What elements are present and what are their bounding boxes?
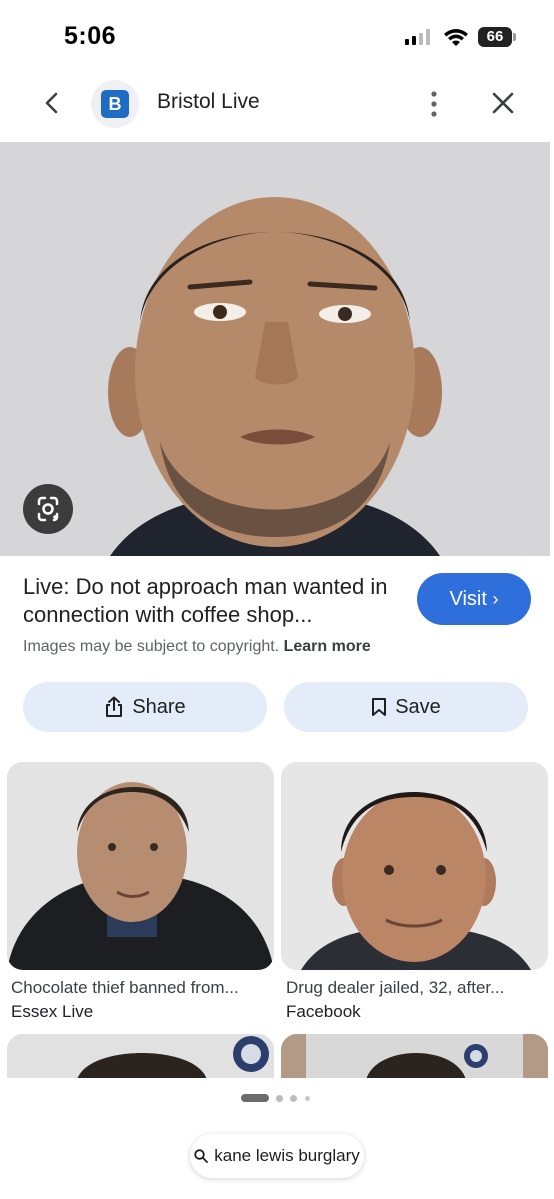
pager-dot (276, 1095, 283, 1102)
pager-dot-active (241, 1094, 269, 1102)
visit-button[interactable]: Visit › (417, 573, 531, 625)
pager-dot (305, 1096, 310, 1101)
google-lens-button[interactable] (23, 484, 73, 534)
search-icon (194, 1149, 209, 1163)
related-image-2[interactable] (281, 762, 548, 970)
bookmark-icon (372, 698, 387, 716)
source-favicon: B (101, 90, 129, 118)
related-caption-2[interactable]: Drug dealer jailed, 32, after... (286, 978, 548, 998)
battery-indicator: 66 (478, 27, 512, 47)
learn-more-link[interactable]: Learn more (284, 638, 371, 655)
more-options-icon[interactable] (425, 90, 443, 118)
battery-tip (513, 33, 516, 41)
back-arrow-icon[interactable] (40, 90, 66, 116)
save-button[interactable]: Save (284, 682, 528, 732)
visit-label: Visit (449, 588, 487, 610)
related-source-2: Facebook (286, 1002, 361, 1021)
wifi-icon (444, 29, 468, 46)
related-image-4[interactable] (281, 1034, 548, 1080)
related-image-1[interactable] (7, 762, 274, 970)
image-title[interactable]: Live: Do not approach man wanted in conn… (23, 573, 408, 629)
related-thumbnail-illustration (7, 762, 274, 970)
share-label: Share (132, 695, 186, 718)
pager-indicator (241, 1094, 271, 1102)
related-thumbnail-illustration (281, 1034, 548, 1080)
status-time: 5:06 (64, 22, 117, 50)
save-label: Save (395, 695, 441, 718)
search-query-chip[interactable]: kane lewis burglary (190, 1134, 364, 1178)
lens-icon (37, 496, 59, 522)
copyright-text: Images may be subject to copyright. (23, 638, 280, 655)
cellular-signal-icon (405, 29, 433, 45)
close-icon[interactable] (490, 90, 516, 116)
chevron-right-icon: › (492, 589, 499, 609)
share-button[interactable]: Share (23, 682, 267, 732)
related-thumbnail-illustration (281, 762, 548, 970)
related-thumbnail-illustration (7, 1034, 274, 1080)
pager-dot (290, 1095, 297, 1102)
related-image-3[interactable] (7, 1034, 274, 1080)
source-name[interactable]: Bristol Live (157, 90, 260, 114)
related-source-1: Essex Live (11, 1002, 94, 1021)
copyright-notice: Images may be subject to copyright. Lear… (23, 638, 371, 656)
main-image[interactable] (0, 142, 550, 556)
search-query-text: kane lewis burglary (214, 1146, 360, 1165)
related-caption-1[interactable]: Chocolate thief banned from... (11, 978, 273, 998)
mugshot-illustration (0, 142, 550, 556)
share-icon (106, 696, 123, 717)
